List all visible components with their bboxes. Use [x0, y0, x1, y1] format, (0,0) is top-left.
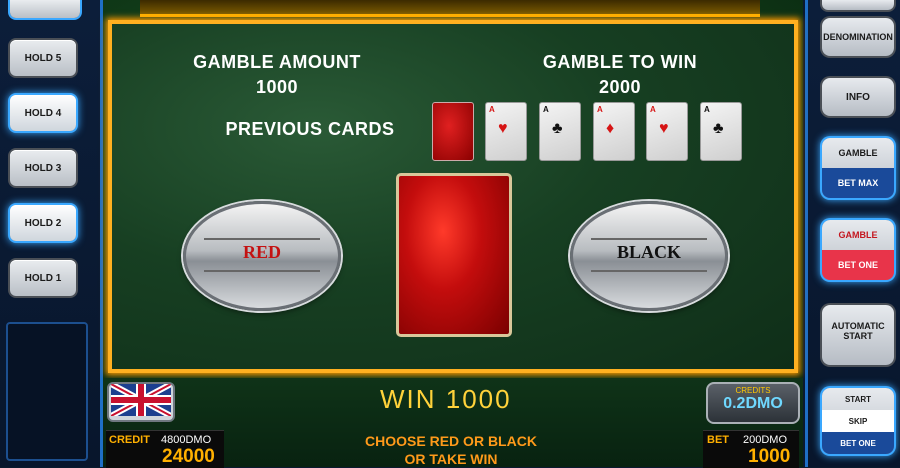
card-rank: A: [597, 105, 603, 114]
credits-value: 0.2DMO: [723, 395, 783, 412]
black-button[interactable]: BLACK: [570, 201, 728, 311]
bet-dmo: 200DMO: [743, 434, 788, 446]
start-label-2: START: [844, 394, 872, 404]
black-label: BLACK: [616, 242, 681, 262]
gamble-amount-value: 1000: [255, 77, 299, 97]
previous-card-ace-diamonds: A ♦: [593, 102, 635, 161]
bet-value: 1000: [748, 446, 791, 467]
previous-card-ace-clubs: A ♣: [539, 102, 581, 161]
previous-card-ace-hearts-2: A ♥: [646, 102, 688, 161]
bet-label: BET: [707, 434, 729, 446]
card-rank: A: [704, 105, 710, 114]
top-right-button[interactable]: [822, 0, 894, 10]
gamble-to-win-label: GAMBLE TO WIN: [542, 52, 698, 72]
message-line-1: CHOOSE RED OR BLACK: [365, 433, 537, 449]
gamble-bet-one-button[interactable]: GAMBLE BET ONE: [822, 220, 894, 280]
hold-2-button[interactable]: HOLD 2: [10, 205, 76, 241]
win-amount: WIN 1000: [380, 384, 512, 414]
uk-flag-icon: [111, 384, 171, 416]
gamble-bet-max-button[interactable]: GAMBLE BET MAX: [822, 138, 894, 198]
red-label: RED: [242, 242, 281, 262]
oval-bar-bottom: [204, 270, 320, 272]
card-rank: A: [489, 105, 495, 114]
denomination-button[interactable]: DENOMINATION: [822, 18, 894, 56]
red-button[interactable]: RED: [183, 201, 341, 311]
bet-one-label: BET ONE: [822, 250, 894, 280]
automatic-label: AUTOMATIC: [831, 321, 885, 331]
heart-icon: ♥: [498, 120, 508, 137]
message-line-2: OR TAKE WIN: [404, 451, 498, 467]
credit-denomination-box: CREDITS 0.2DMO: [706, 382, 800, 424]
bet-one-label-2: BET ONE: [822, 432, 894, 454]
oval-bar-top: [204, 238, 320, 240]
gamble-amount-label: GAMBLE AMOUNT: [193, 52, 361, 72]
left-top-button[interactable]: [10, 0, 80, 18]
info-button[interactable]: INFO: [822, 78, 894, 116]
oval-bar-top: [591, 238, 707, 240]
bet-panel: BET 200DMO 1000: [703, 430, 799, 468]
heart-icon: ♥: [659, 120, 669, 137]
oval-bar-bottom: [591, 270, 707, 272]
bet-max-label: BET MAX: [822, 168, 894, 198]
previous-card-ace-clubs-2: A ♣: [700, 102, 742, 161]
start-label: START: [843, 331, 873, 341]
gamble-to-win-value: 2000: [598, 77, 642, 97]
start-skip-bet-one-button[interactable]: START SKIP BET ONE: [822, 388, 894, 454]
language-flag-button[interactable]: [107, 382, 175, 422]
club-icon: ♣: [552, 120, 563, 137]
gamble-label-2: GAMBLE: [838, 230, 878, 240]
previous-card-back: [432, 102, 474, 161]
left-display: [6, 322, 88, 461]
previous-card-ace-hearts: A ♥: [485, 102, 527, 161]
club-icon: ♣: [713, 120, 724, 137]
top-title-strip: [140, 0, 760, 17]
previous-cards-label: PREVIOUS CARDS: [225, 119, 395, 139]
hold-1-button[interactable]: HOLD 1: [10, 260, 76, 296]
card-rank: A: [543, 105, 549, 114]
credit-dmo: 4800DMO: [161, 434, 212, 446]
credit-label: CREDIT: [109, 434, 150, 446]
card-rank: A: [650, 105, 656, 114]
credits-label: CREDITS: [735, 386, 771, 395]
automatic-start-button[interactable]: AUTOMATIC START: [822, 305, 894, 365]
hold-5-button[interactable]: HOLD 5: [10, 40, 76, 76]
diamond-icon: ♦: [606, 120, 615, 137]
credit-panel: CREDIT 4800DMO 24000: [106, 430, 224, 468]
hold-4-button[interactable]: HOLD 4: [10, 95, 76, 131]
instruction-message: CHOOSE RED OR BLACK OR TAKE WIN: [340, 432, 562, 468]
hold-3-button[interactable]: HOLD 3: [10, 150, 76, 186]
skip-label: SKIP: [822, 410, 894, 432]
gamble-label: GAMBLE: [838, 148, 878, 158]
gamble-card-back: [396, 173, 512, 337]
credit-value: 24000: [162, 446, 215, 467]
